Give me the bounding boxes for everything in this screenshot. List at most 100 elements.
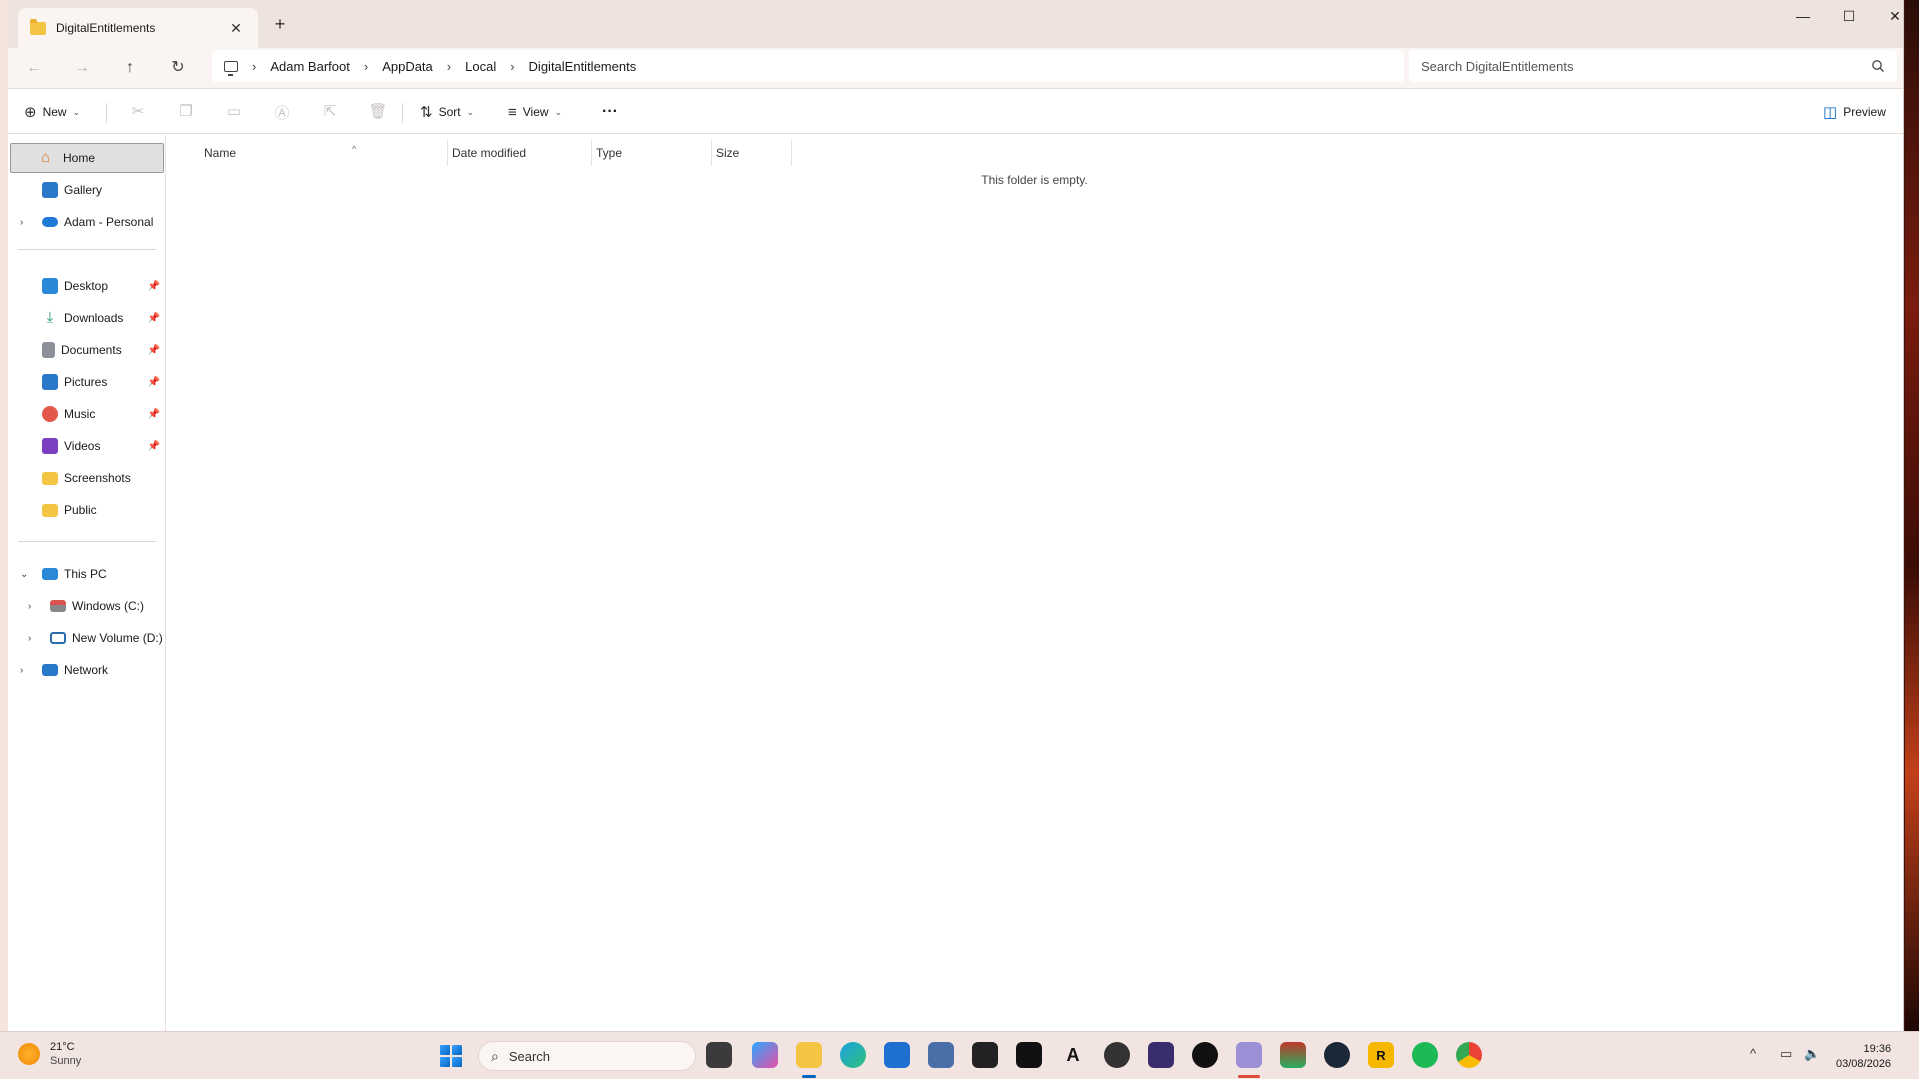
sidebar-item-pictures[interactable]: Pictures 📌	[10, 367, 164, 397]
spotify-icon[interactable]	[1412, 1042, 1438, 1068]
sidebar-divider	[18, 249, 156, 250]
app-icon[interactable]	[928, 1042, 954, 1068]
network-status-icon[interactable]: ▭	[1780, 1046, 1792, 1062]
sort-button[interactable]: ⇅ Sort ⌄	[420, 98, 474, 126]
forward-button[interactable]: →	[66, 54, 98, 82]
this-pc-icon	[224, 60, 238, 76]
column-header-size[interactable]: Size	[712, 140, 792, 166]
sidebar-item-downloads[interactable]: ⤓ Downloads 📌	[10, 303, 164, 333]
system-clock[interactable]: 19:36 03/08/2026	[1836, 1042, 1891, 1072]
search-input[interactable]: Search DigitalEntitlements	[1409, 50, 1897, 82]
sidebar-item-desktop[interactable]: Desktop 📌	[10, 271, 164, 301]
rename-icon[interactable]: Ⓐ	[272, 102, 292, 123]
breadcrumb-separator[interactable]: ›	[447, 59, 451, 74]
sidebar-item-gallery[interactable]: Gallery	[10, 175, 164, 205]
file-explorer-icon[interactable]	[796, 1042, 822, 1068]
sidebar-item-label: Network	[64, 663, 109, 677]
sidebar-item-new-volume-d[interactable]: › New Volume (D:)	[10, 623, 164, 653]
address-row: ← → ↑ ↻ › Adam Barfoot › AppData › Local…	[8, 48, 1903, 88]
start-button[interactable]	[440, 1045, 462, 1067]
minimize-button[interactable]: —	[1780, 4, 1826, 28]
breadcrumb-appdata[interactable]: AppData	[382, 59, 433, 74]
sidebar-item-home[interactable]: ⌂ Home	[10, 143, 164, 173]
app-icon[interactable]	[1104, 1042, 1130, 1068]
back-button[interactable]: ←	[18, 54, 50, 82]
cloud-icon	[42, 217, 58, 227]
column-header-type[interactable]: Type	[592, 140, 712, 166]
column-header-date-modified[interactable]: Date modified	[448, 140, 592, 166]
sidebar-item-music[interactable]: Music 📌	[10, 399, 164, 429]
breadcrumb-adam-barfoot[interactable]: Adam Barfoot	[270, 59, 350, 74]
sidebar-item-videos[interactable]: Videos 📌	[10, 431, 164, 461]
chrome-icon[interactable]	[1456, 1042, 1482, 1068]
app-icon[interactable]	[972, 1042, 998, 1068]
breadcrumb-separator[interactable]: ›	[252, 59, 256, 74]
breadcrumb-local[interactable]: Local	[465, 59, 496, 74]
pin-icon[interactable]: 📌	[148, 409, 160, 420]
app-icon[interactable]	[1148, 1042, 1174, 1068]
cut-icon[interactable]: ✂	[128, 102, 148, 120]
new-button[interactable]: ⊕ New ⌄	[24, 98, 80, 126]
column-header-name[interactable]: Name ^	[200, 140, 448, 166]
sidebar-item-public[interactable]: Public	[10, 495, 164, 525]
taskbar-search[interactable]: ⌕ Search	[478, 1041, 696, 1071]
chevron-right-icon[interactable]: ›	[28, 601, 31, 612]
refresh-button[interactable]: ↻	[162, 54, 194, 82]
sidebar-divider	[18, 541, 156, 542]
sidebar-item-onedrive[interactable]: › Adam - Personal	[10, 207, 164, 237]
app-icon[interactable]	[1016, 1042, 1042, 1068]
sidebar-item-this-pc[interactable]: ⌄ This PC	[10, 559, 164, 589]
pin-icon[interactable]: 📌	[148, 345, 160, 356]
app-icon[interactable]: A	[1060, 1042, 1086, 1068]
chevron-down-icon: ⌄	[72, 106, 81, 117]
share-icon[interactable]: ⇱	[320, 102, 340, 120]
store-icon[interactable]	[884, 1042, 910, 1068]
sidebar-item-windows-c[interactable]: › Windows (C:)	[10, 591, 164, 621]
pin-icon[interactable]: 📌	[148, 281, 160, 292]
volume-icon[interactable]: 🔈	[1804, 1046, 1820, 1062]
pin-icon[interactable]: 📌	[148, 377, 160, 388]
copy-icon[interactable]: ❐	[176, 102, 196, 120]
address-bar[interactable]: › Adam Barfoot › AppData › Local › Digit…	[212, 50, 1404, 82]
pin-icon[interactable]: 📌	[148, 313, 160, 324]
steam-icon[interactable]	[1324, 1042, 1350, 1068]
up-button[interactable]: ↑	[114, 54, 146, 82]
chevron-right-icon[interactable]: ›	[20, 665, 23, 676]
task-view-icon[interactable]	[706, 1042, 732, 1068]
new-tab-button[interactable]: +	[270, 14, 290, 35]
rockstar-icon[interactable]: R	[1368, 1042, 1394, 1068]
sidebar-item-screenshots[interactable]: Screenshots	[10, 463, 164, 493]
breadcrumb-digitalentitlements[interactable]: DigitalEntitlements	[529, 59, 637, 74]
tab-digitalentitlements[interactable]: DigitalEntitlements ✕	[18, 8, 258, 48]
breadcrumb-separator[interactable]: ›	[510, 59, 514, 74]
maximize-button[interactable]: ☐	[1826, 4, 1872, 28]
delete-icon[interactable]: 🗑	[368, 102, 388, 120]
edge-icon[interactable]	[840, 1042, 866, 1068]
sidebar-item-label: Documents	[61, 343, 122, 357]
sidebar-item-network[interactable]: › Network	[10, 655, 164, 685]
app-icon[interactable]	[1236, 1042, 1262, 1068]
tab-close-button[interactable]: ✕	[226, 20, 246, 37]
close-window-button[interactable]: ✕	[1872, 4, 1918, 28]
view-button[interactable]: ≡ View ⌄	[508, 98, 562, 126]
breadcrumb-separator[interactable]: ›	[364, 59, 368, 74]
chevron-down-icon[interactable]: ⌄	[20, 569, 28, 580]
taskbar: 21°C Sunny ⌕ Search A R ^ ▭ 🔈 19:36 03/0…	[0, 1031, 1919, 1079]
chevron-down-icon: ⌄	[554, 106, 563, 117]
copilot-icon[interactable]	[752, 1042, 778, 1068]
chevron-right-icon[interactable]: ›	[20, 217, 23, 228]
preview-button[interactable]: ◫ Preview	[1823, 98, 1886, 126]
pin-icon[interactable]: 📌	[148, 441, 160, 452]
sidebar-item-label: Adam - Personal	[64, 215, 154, 229]
weather-temperature: 21°C	[50, 1041, 75, 1053]
chevron-right-icon[interactable]: ›	[28, 633, 31, 644]
paste-icon[interactable]: ▭	[224, 102, 244, 120]
show-hidden-icons-button[interactable]: ^	[1750, 1046, 1756, 1061]
app-icon[interactable]	[1192, 1042, 1218, 1068]
desktop-icon	[42, 278, 58, 294]
more-options-button[interactable]: ···	[602, 98, 618, 126]
app-icon[interactable]	[1280, 1042, 1306, 1068]
sidebar-item-documents[interactable]: Documents 📌	[10, 335, 164, 365]
weather-widget[interactable]: 21°C Sunny	[18, 1040, 81, 1068]
home-icon: ⌂	[41, 149, 51, 166]
